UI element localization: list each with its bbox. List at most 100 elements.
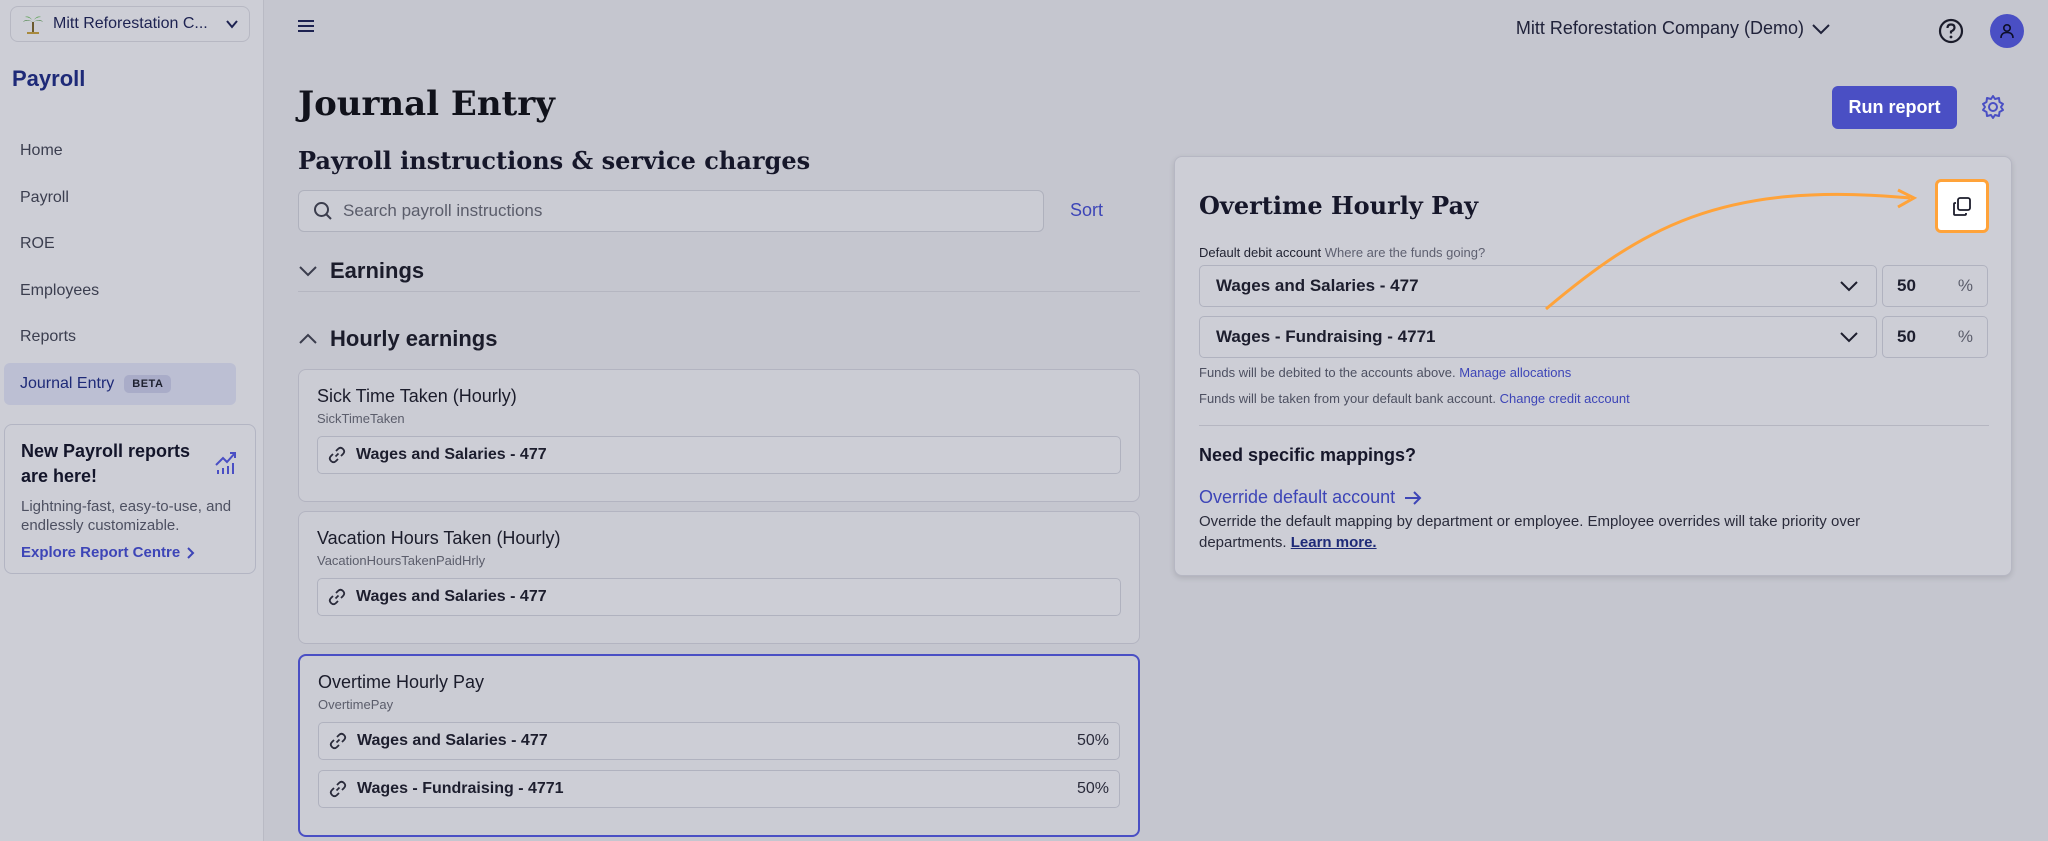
manage-allocations-link[interactable]: Manage allocations [1459,365,1571,380]
select-value: Wages and Salaries - 477 [1216,276,1419,295]
company-name: Mitt Reforestation C... [53,15,208,32]
explore-report-centre-link[interactable]: Explore Report Centre [21,544,239,561]
percent-value: 50 [1897,327,1916,346]
percent-symbol: % [1957,327,1973,346]
debit-account-select[interactable]: Wages - Fundraising - 4771 [1199,316,1877,358]
chevron-down-icon [1812,23,1830,34]
search-input[interactable] [343,201,1043,221]
card-title: Vacation Hours Taken (Hourly) [317,528,561,548]
card-code: VacationHoursTakenPaidHrly [317,553,486,568]
help-icon[interactable] [1938,18,1964,44]
account-mapping: Wages - Fundraising - 4771 50% [318,770,1120,808]
card-title: Sick Time Taken (Hourly) [317,386,517,406]
note-text: Funds will be debited to the accounts ab… [1199,365,1456,380]
search-icon [314,202,332,220]
account-percent: 50% [1076,732,1109,749]
chevron-up-icon [299,333,317,344]
sidebar-item-label: Employees [20,281,100,299]
trending-chart-icon [215,452,236,474]
sidebar-item-label: Reports [20,328,77,345]
promo-link-label: Explore Report Centre [21,544,181,561]
section-title: Payroll instructions & service charges [298,146,811,175]
page-title: Journal Entry [298,84,555,124]
palm-tree-icon [23,16,43,34]
account-name: Wages and Salaries - 477 [357,732,548,749]
copy-icon [1953,197,1971,216]
debit-account-label: Default debit account Where are the fund… [1199,245,1485,260]
sort-button[interactable]: Sort [1070,200,1103,221]
panel-title: Overtime Hourly Pay [1199,191,1479,220]
gear-icon[interactable] [1980,94,2006,120]
divider [298,291,1140,292]
group-label: Earnings [330,258,425,283]
debit-label-text: Default debit account [1199,245,1322,260]
sidebar-item-journal-entry[interactable]: Journal Entry BETA [4,362,236,405]
hourly-earnings-group-toggle[interactable]: Hourly earnings [298,326,497,352]
sidebar-item-label: ROE [20,235,55,252]
sidebar-item-label: Journal Entry [20,374,115,392]
group-label: Hourly earnings [330,326,498,351]
sidebar-nav: Home Payroll ROE Employees Reports Journ… [4,130,236,409]
debit-hint: Where are the funds going? [1324,245,1486,260]
card-code: OvertimePay [318,697,394,712]
promo-card: New Payroll reports are here! Lightning-… [4,424,256,574]
sidebar-item-home[interactable]: Home [4,130,236,172]
card-code: SickTimeTaken [317,411,405,426]
user-avatar[interactable] [1990,14,2024,48]
override-description: Override the default mapping by departme… [1199,511,1919,553]
arrow-right-icon [1405,490,1422,505]
user-icon [2000,23,2014,39]
override-link-label: Override default account [1199,487,1396,507]
credit-note: Funds will be taken from your default ba… [1199,391,1630,406]
chevron-down-icon [299,266,317,277]
top-company-name: Mitt Reforestation Company (Demo) [1515,18,1804,38]
chevron-down-icon [1840,332,1858,343]
divider [1199,425,1989,426]
link-icon [328,446,346,464]
percent-input[interactable]: 50 % [1882,316,1988,358]
debit-note: Funds will be debited to the accounts ab… [1199,365,1571,380]
account-name: Wages and Salaries - 477 [356,588,547,605]
account-mapping: Wages and Salaries - 477 50% [318,722,1120,760]
percent-input[interactable]: 50 % [1882,265,1988,307]
sidebar-item-label: Home [20,142,63,159]
payroll-instruction-card[interactable]: Sick Time Taken (Hourly) SickTimeTaken W… [298,369,1140,502]
search-box [298,190,1044,232]
account-name: Wages - Fundraising - 4771 [357,780,564,797]
run-report-button[interactable]: Run report [1832,86,1957,129]
note-text: Funds will be taken from your default ba… [1199,391,1496,406]
select-value: Wages - Fundraising - 4771 [1216,327,1436,346]
chevron-down-icon [226,20,238,29]
sidebar-item-label: Payroll [20,188,69,206]
debit-account-select[interactable]: Wages and Salaries - 477 [1199,265,1877,307]
copy-button[interactable] [1935,179,1989,233]
change-credit-account-link[interactable]: Change credit account [1500,391,1630,406]
percent-value: 50 [1897,276,1916,295]
link-icon [328,588,346,606]
percent-symbol: % [1957,276,1973,295]
account-name: Wages and Salaries - 477 [356,446,547,463]
sidebar-item-roe[interactable]: ROE [4,223,236,265]
sidebar-item-reports[interactable]: Reports [4,316,236,358]
sidebar-item-employees[interactable]: Employees [4,270,236,312]
sidebar: Mitt Reforestation C... Payroll Home Pay… [0,0,264,841]
detail-panel: Overtime Hourly Pay Default debit accoun… [1174,156,2012,576]
hamburger-menu-icon[interactable] [296,16,316,36]
account-mapping: Wages and Salaries - 477 [317,436,1121,474]
beta-badge: BETA [124,374,172,393]
top-company-switcher[interactable]: Mitt Reforestation Company (Demo) [1516,18,1832,39]
need-mappings-heading: Need specific mappings? [1199,445,1417,465]
payroll-instruction-card-selected[interactable]: Overtime Hourly Pay OvertimePay Wages an… [298,654,1140,837]
learn-more-link[interactable]: Learn more. [1291,534,1377,551]
link-icon [329,780,347,798]
company-switcher[interactable]: Mitt Reforestation C... [10,6,250,42]
brand-title: Payroll [12,66,86,91]
sidebar-item-payroll[interactable]: Payroll [4,177,236,219]
promo-title: New Payroll reports are here! [21,441,191,486]
card-title: Overtime Hourly Pay [318,672,485,692]
earnings-group-toggle[interactable]: Earnings [298,258,424,284]
chevron-down-icon [1840,281,1858,292]
payroll-instruction-card[interactable]: Vacation Hours Taken (Hourly) VacationHo… [298,511,1140,644]
account-percent: 50% [1076,780,1109,797]
override-default-account-link[interactable]: Override default account [1199,487,1423,508]
